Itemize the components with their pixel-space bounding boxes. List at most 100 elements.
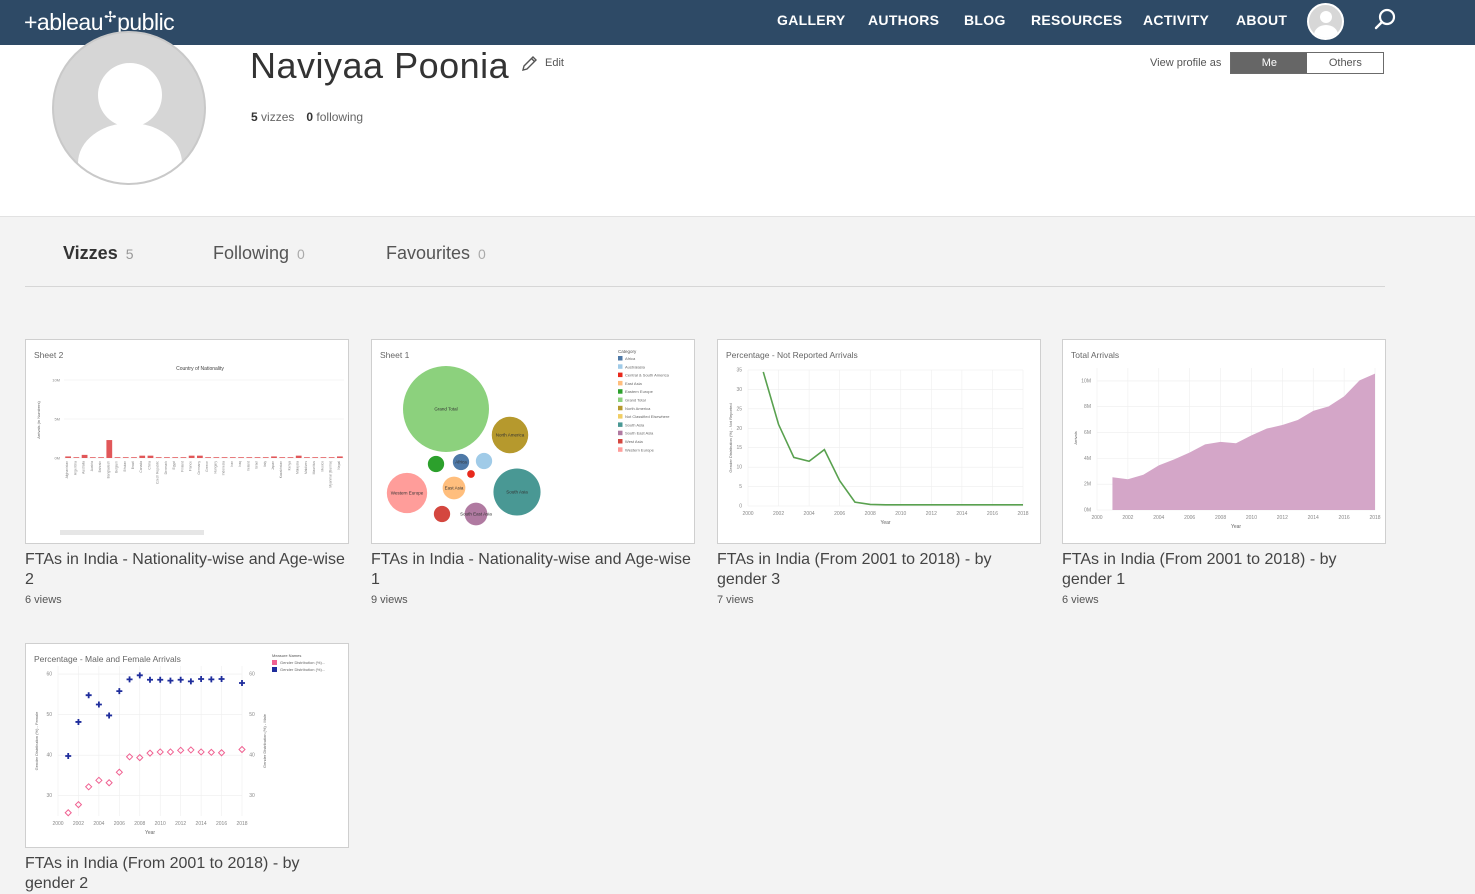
bar [304, 457, 310, 458]
viz-title[interactable]: FTAs in India (From 2001 to 2018) - by g… [1062, 550, 1386, 590]
y-tick-label-right: 50 [249, 712, 255, 718]
y-tick-label: 0M [54, 456, 60, 461]
viz-thumbnail[interactable]: Sheet 2 Country of Nationality Arrivals (… [25, 339, 349, 544]
x-tick-label: 2006 [1184, 515, 1195, 521]
view-as-others-button[interactable]: Others [1307, 53, 1384, 73]
legend-label: Gender Distribution (%)... [280, 667, 325, 672]
legend-label: East Asia [625, 381, 642, 386]
nav-activity[interactable]: ACTIVITY [1143, 12, 1209, 28]
x-tick-label: 2018 [236, 821, 247, 827]
viz-title[interactable]: FTAs in India - Nationality-wise and Age… [25, 550, 349, 590]
point [198, 675, 205, 682]
tab-following[interactable]: Following 0 [213, 243, 305, 264]
point [207, 748, 216, 757]
view-as-toggle: Me Others [1230, 52, 1385, 74]
bubble [427, 455, 445, 473]
bar-chart: Country of Nationality Arrivals (in Numbe… [36, 366, 344, 535]
legend-label: Africa [625, 356, 636, 361]
point [187, 678, 194, 685]
horizontal-scrollbar [60, 530, 204, 535]
tab-label: Following [213, 243, 290, 263]
x-tick-label: Hungary [213, 461, 217, 474]
tab-count: 5 [125, 246, 134, 262]
x-tick-label: Egypt [172, 461, 176, 470]
nav-gallery[interactable]: GALLERY [777, 12, 845, 28]
following-stat[interactable]: 0 following [306, 110, 363, 124]
nav-about[interactable]: ABOUT [1236, 12, 1287, 28]
viz-title[interactable]: FTAs in India (From 2001 to 2018) - by g… [717, 550, 1041, 590]
bar [246, 457, 253, 458]
x-tick-label: Finland [180, 461, 184, 472]
nav-authors[interactable]: AUTHORS [868, 12, 939, 28]
bar [188, 455, 195, 458]
x-tick-label: France [189, 461, 193, 471]
legend-label: North America [625, 406, 651, 411]
bubble [475, 452, 493, 470]
x-tick-label: 2004 [804, 511, 815, 517]
bar [106, 440, 113, 458]
bubble-label: South East Asia [460, 512, 492, 517]
x-tick-label: Kazakhstan [279, 461, 283, 478]
x-tick-label: Czech Republic [156, 461, 160, 484]
pencil-icon [522, 56, 537, 71]
x-tick-label: 2008 [1215, 515, 1226, 521]
bar [320, 457, 327, 458]
legend-swatch [618, 380, 623, 386]
x-tick-label: Australia [82, 461, 86, 474]
x-tick-label: Israel [255, 461, 259, 469]
point [208, 676, 215, 683]
tab-label: Vizzes [63, 243, 118, 263]
y-tick-label: 35 [736, 368, 742, 374]
y-tick-label: 10M [52, 378, 60, 383]
viz-thumbnail[interactable]: Percentage - Not Reported Arrivals Gende… [717, 339, 1041, 544]
legend-label: Australasia [625, 364, 646, 369]
x-tick-label: 2004 [93, 821, 104, 827]
avatar-head-shape [1320, 11, 1332, 23]
profile-stats: 5 vizzes 0 following [251, 110, 363, 124]
bar [254, 457, 261, 458]
viz-thumbnail[interactable]: Percentage - Male and Female Arrivals Ge… [25, 643, 349, 848]
x-tick-label: Bahrain [98, 461, 102, 473]
vizzes-stat[interactable]: 5 vizzes [251, 110, 294, 124]
viz-thumbnail[interactable]: Total Arrivals Arrivals 0M 2M 4M 6M 8M 10M 2000… [1062, 339, 1386, 544]
viz-title[interactable]: FTAs in India (From 2001 to 2018) - by g… [25, 854, 349, 894]
y-axis-label: Gender Distribution (%) - Female [34, 711, 39, 770]
viz-title[interactable]: FTAs in India - Nationality-wise and Age… [371, 550, 695, 590]
x-tick-label: 2012 [1277, 515, 1288, 521]
bar [98, 457, 104, 458]
tab-vizzes[interactable]: Vizzes 5 [63, 243, 134, 264]
search-icon[interactable] [1374, 7, 1398, 31]
legend-label: Central & South America [625, 373, 670, 378]
vizzes-count: 5 [251, 110, 258, 124]
legend-swatch [618, 414, 623, 419]
x-tick-label: Myanmar (Burma) [329, 461, 333, 488]
user-avatar-button[interactable] [1307, 3, 1344, 40]
point [166, 748, 175, 756]
point [75, 718, 82, 725]
edit-profile-button[interactable]: Edit [521, 54, 564, 72]
y-tick-label: 50 [46, 712, 52, 718]
x-tick-label: Italy [263, 461, 267, 467]
x-tick-label: 2014 [196, 821, 207, 827]
legend-swatch [272, 667, 277, 672]
x-tick-label: China [147, 461, 151, 470]
nav-blog[interactable]: BLOG [964, 12, 1006, 28]
nav-resources[interactable]: RESOURCES [1031, 12, 1122, 28]
area-fill [1112, 373, 1375, 510]
x-tick-label: 2014 [956, 511, 967, 517]
tab-favourites[interactable]: Favourites 0 [386, 243, 486, 264]
bar [279, 457, 286, 458]
viz-thumbnail[interactable]: Sheet 1 Grand Total North America South As… [371, 339, 695, 544]
bar [81, 454, 88, 458]
view-as-me-button[interactable]: Me [1231, 53, 1308, 73]
viz-views: 7 views [717, 594, 754, 606]
y-tick-label-right: 40 [249, 753, 255, 759]
x-tick-label: 2002 [773, 511, 784, 517]
bar [131, 457, 137, 458]
bar [337, 456, 343, 458]
vizzes-label: vizzes [261, 110, 295, 124]
y-tick-label: 10M [1081, 378, 1091, 384]
bar [172, 457, 179, 458]
x-tick-label: 2018 [1017, 511, 1028, 517]
point [167, 677, 174, 684]
